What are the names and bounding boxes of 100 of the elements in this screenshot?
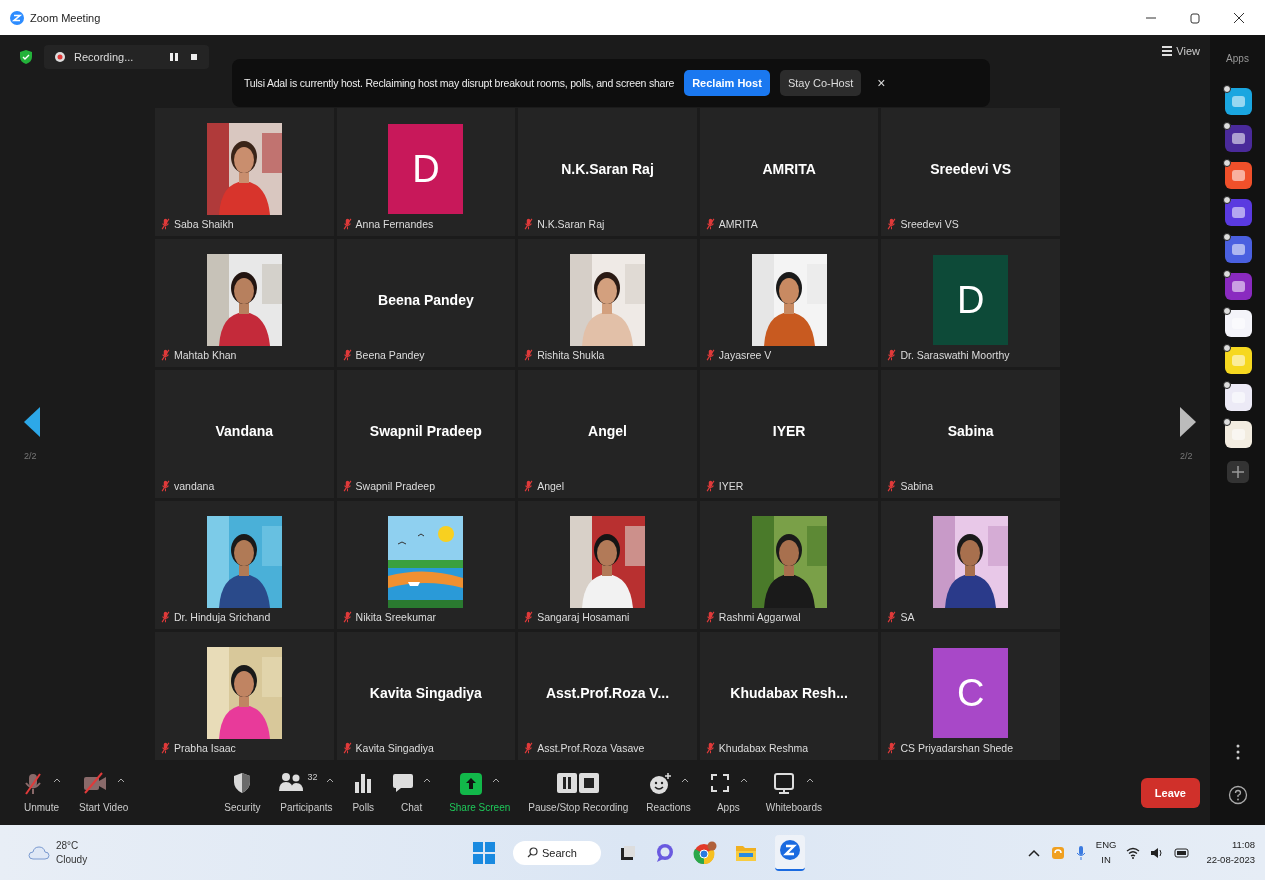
view-button[interactable]: View [1162,45,1200,57]
participant-caption: Kavita Singadiya [355,742,434,754]
add-icon[interactable] [1226,461,1249,483]
recording-label: Recording... [74,51,134,63]
caret-icon[interactable] [681,778,690,783]
toolbar-button[interactable]: Polls [352,772,375,813]
participant-name: N.K.Saran Raj [561,161,654,177]
participant-caption: Nikita Sreekumar [355,611,437,623]
zoom-logo-icon [779,838,801,861]
previous-page-icon[interactable] [24,407,40,437]
folder-icon[interactable] [735,843,757,862]
participant-caption: Asst.Prof.Roza Vasave [537,742,645,754]
video-off-icon [82,772,109,794]
app-icon[interactable] [1222,233,1253,263]
toolbar-button[interactable]: 32 Participants [278,772,335,813]
app-icon[interactable] [1222,270,1253,300]
participant-caption: Sreedevi VS [900,218,959,230]
restore-icon[interactable] [1189,11,1201,24]
participant-caption: Sangaraj Hosamani [537,611,630,623]
battery-icon[interactable] [1174,846,1191,859]
chevron-up-icon[interactable] [1027,848,1040,857]
temperature: 28°C [56,839,80,853]
chat-bubble-icon[interactable] [655,842,675,863]
close-icon[interactable] [1233,11,1245,24]
search-field[interactable]: Search [513,840,601,865]
app-icon[interactable] [1222,418,1253,448]
caret-icon[interactable] [423,778,432,783]
zoom-logo-icon [10,10,24,25]
caret-icon[interactable] [53,778,61,783]
app-icon[interactable] [1222,381,1253,411]
caret-icon[interactable] [492,778,501,783]
task-view-icon[interactable] [619,843,637,862]
next-page-icon[interactable] [1180,407,1196,437]
app-icon[interactable] [1222,85,1253,115]
microphone-icon[interactable] [1075,844,1086,861]
participant-caption: Rishita Shukla [537,349,605,361]
app-icon[interactable] [1222,196,1253,226]
page-indicator: 2/2 [24,451,37,461]
browser-icon[interactable] [693,840,717,865]
pause-stop-icon [556,772,601,794]
toolbar-button[interactable]: Reactions [646,772,691,813]
region-indicator[interactable]: IN [1101,852,1111,867]
app-icon[interactable] [1222,344,1253,374]
stay-co-host-button[interactable]: Stay Co-Host [779,70,862,96]
stop-icon[interactable] [189,52,200,62]
participant-caption: CS Priyadarshan Shede [900,742,1014,754]
speaker-icon[interactable] [1150,846,1165,859]
banner-message: Tulsi Adal is currently host. Reclaiming host may disrupt breakout rooms, polls, and screen share [244,77,675,89]
shield-check-icon[interactable] [20,50,32,64]
zoom-taskbar-button[interactable] [775,834,805,871]
toolbar-button[interactable]: Security [224,772,261,813]
participant-caption: Dr. Hinduja Srichand [174,611,271,623]
avatar-letter: D [933,255,1009,345]
toolbar-button[interactable]: Share Screen [449,772,511,813]
participant-name: Vandana [215,423,274,439]
participant-caption: vandana [174,480,215,492]
caret-icon[interactable] [117,778,126,783]
windows-start-icon[interactable] [473,841,495,864]
app-icon[interactable] [1222,159,1253,189]
cloud-icon [28,845,50,860]
toolbar-button[interactable]: Unmute [22,772,61,813]
leave-button[interactable]: Leave [1140,777,1200,808]
participant-caption: Mahtab Khan [174,349,237,361]
participant-name: Beena Pandey [378,292,474,308]
wifi-icon[interactable] [1126,846,1141,859]
participant-caption: Saba Shaikh [174,218,234,230]
reclaim-host-button[interactable]: Reclaim Host [684,70,770,96]
toolbar-button[interactable]: Start Video [79,772,129,813]
app-icon[interactable] [1222,307,1253,337]
shield-icon [232,772,253,794]
smiley-icon [648,772,673,796]
caret-icon[interactable] [739,778,748,783]
participant-name: AMRITA [762,161,816,177]
clock-date[interactable]: 22-08-2023 [1206,852,1255,867]
chat-bubble-icon [392,772,415,794]
toolbar-button[interactable]: Pause/Stop Recording [528,772,629,813]
caret-icon[interactable] [326,778,335,783]
participant-caption: Rashmi Aggarwal [718,611,801,623]
clock-time[interactable]: 11:08 [1231,838,1255,853]
participant-caption: Swapnil Pradeep [355,480,435,492]
language-indicator[interactable]: ENG [1095,838,1117,853]
toolbar-button[interactable]: Whiteboards [765,772,822,813]
participant-caption: Prabha Isaac [174,742,236,754]
apps-panel-title: Apps [1226,53,1249,64]
participant-caption: Beena Pandey [355,349,425,361]
participant-caption: N.K.Saran Raj [537,218,605,230]
toolbar-button[interactable]: Apps [708,772,748,813]
participant-caption: Jayasree V [718,349,772,361]
participant-name: Sabina [947,423,994,439]
help-icon[interactable] [1227,785,1248,805]
app-icon[interactable] [1222,122,1253,152]
caret-icon[interactable] [806,778,815,783]
pause-icon[interactable] [169,52,180,62]
participant-count: 32 [307,772,318,782]
more-icon[interactable] [1235,744,1240,760]
close-button[interactable]: × [871,75,892,91]
toolbar-button[interactable]: Chat [392,772,432,813]
participant-name: Swapnil Pradeep [369,423,482,439]
search-icon [527,847,538,858]
participant-caption: SA [900,611,915,623]
